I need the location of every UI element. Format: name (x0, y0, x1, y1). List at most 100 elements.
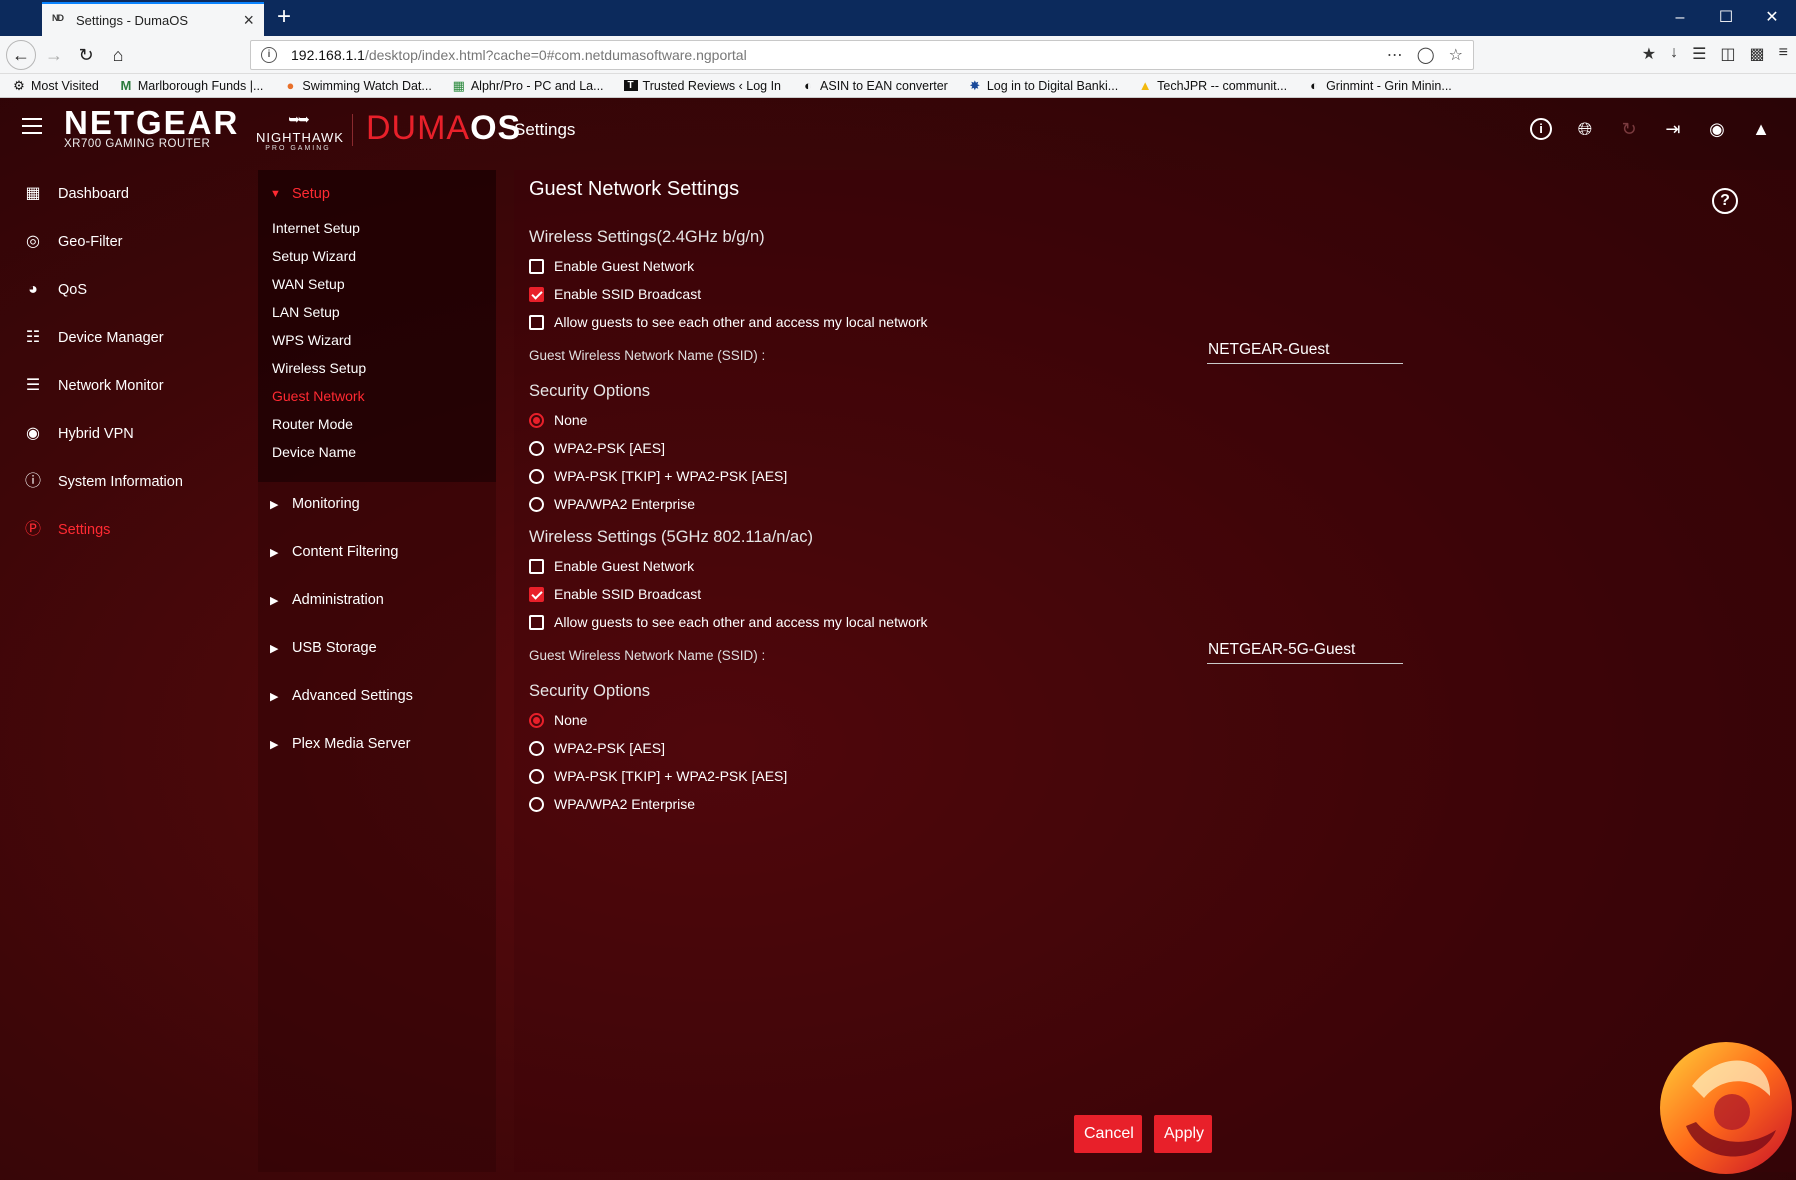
radio-selected[interactable] (529, 412, 544, 428)
checkbox-enable-guest-5[interactable]: Enable Guest Network (529, 556, 694, 576)
submenu-advanced-settings[interactable]: ▶ Advanced Settings (270, 686, 413, 706)
checkbox-allow-guests-24[interactable]: Allow guests to see each other and acces… (529, 312, 928, 332)
radio-none-5[interactable]: None (529, 710, 587, 730)
settings-submenu: ▼ Setup Internet Setup Setup Wizard WAN … (258, 170, 496, 1172)
checkbox-checked[interactable] (529, 586, 544, 602)
ssid-input-24[interactable] (1207, 336, 1403, 364)
submenu-monitoring[interactable]: ▶ Monitoring (270, 494, 360, 514)
nav-item-geo-filter[interactable]: ◎ Geo-Filter (22, 230, 122, 254)
submenu-item-guest-network[interactable]: Guest Network (272, 386, 365, 406)
hamburger-menu-icon[interactable] (22, 118, 42, 134)
tab-close-icon[interactable]: × (243, 11, 254, 29)
bookmark-item[interactable]: ⚙ Most Visited (12, 78, 99, 94)
bookmark-star-icon[interactable]: ☆ (1449, 45, 1463, 65)
checkbox[interactable] (529, 258, 544, 274)
cancel-button[interactable]: Cancel (1074, 1115, 1142, 1153)
downloads-icon[interactable]: ↓ (1670, 44, 1678, 64)
nav-item-device-manager[interactable]: ☷ Device Manager (22, 326, 164, 350)
ssid-input-5[interactable] (1207, 636, 1403, 664)
submenu-plex-media-server[interactable]: ▶ Plex Media Server (270, 734, 410, 754)
maximize-icon[interactable]: ☐ (1700, 0, 1752, 36)
checkbox[interactable] (529, 614, 544, 630)
url-bar[interactable]: i 192.168.1.1 /desktop/index.html?cache=… (250, 40, 1474, 70)
checkbox[interactable] (529, 314, 544, 330)
submenu-item-internet-setup[interactable]: Internet Setup (272, 218, 360, 238)
site-info-icon[interactable]: i (261, 47, 277, 63)
minimize-icon[interactable]: – (1654, 0, 1706, 36)
notification-bell-icon[interactable]: ▲ (1750, 118, 1772, 140)
radio[interactable] (529, 768, 544, 784)
back-button[interactable]: ← (6, 40, 36, 70)
radio-none-24[interactable]: None (529, 410, 587, 430)
page-actions-icon[interactable]: ⋯ (1387, 45, 1403, 65)
bookmark-item[interactable]: M Marlborough Funds |... (119, 78, 263, 93)
browser-tab[interactable]: ND Settings - DumaOS × (42, 2, 264, 36)
submenu-administration[interactable]: ▶ Administration (270, 590, 384, 610)
radio-wpa-wpa2-psk-5[interactable]: WPA-PSK [TKIP] + WPA2-PSK [AES] (529, 766, 787, 786)
radio-wpa-wpa2-psk-24[interactable]: WPA-PSK [TKIP] + WPA2-PSK [AES] (529, 466, 787, 486)
radio-selected[interactable] (529, 712, 544, 728)
radio[interactable] (529, 496, 544, 512)
bookmark-item[interactable]: ▲ TechJPR -- communit... (1138, 78, 1287, 93)
reload-button[interactable]: ↻ (72, 41, 100, 69)
radio-enterprise-5[interactable]: WPA/WPA2 Enterprise (529, 794, 695, 814)
apply-button[interactable]: Apply (1154, 1115, 1212, 1153)
radio[interactable] (529, 440, 544, 456)
bookmark-item[interactable]: ◐ ASIN to EAN converter (801, 78, 948, 93)
submenu-item-lan-setup[interactable]: LAN Setup (272, 302, 340, 322)
home-button[interactable]: ⌂ (104, 41, 132, 69)
submenu-item-device-name[interactable]: Device Name (272, 442, 356, 462)
bookmark-item[interactable]: T Trusted Reviews ‹ Log In (623, 79, 781, 93)
bookmark-item[interactable]: ◐ Grinmint - Grin Minin... (1307, 78, 1452, 93)
caret-right-icon: ▶ (270, 642, 279, 655)
bookmark-item[interactable]: ✸ Log in to Digital Banki... (968, 78, 1118, 94)
radio[interactable] (529, 796, 544, 812)
library-icon[interactable]: ☰ (1692, 44, 1706, 64)
url-host: 192.168.1.1 (291, 47, 365, 63)
checkbox-enable-guest-24[interactable]: Enable Guest Network (529, 256, 694, 276)
caret-down-icon: ▼ (270, 188, 281, 200)
hybrid-vpn-icon: ◉ (26, 425, 40, 442)
new-tab-button[interactable]: + (270, 4, 298, 32)
checkbox-allow-guests-5[interactable]: Allow guests to see each other and acces… (529, 612, 928, 632)
submenu-item-wireless-setup[interactable]: Wireless Setup (272, 358, 366, 378)
submenu-usb-storage[interactable]: ▶ USB Storage (270, 638, 377, 658)
radio-wpa2-psk-5[interactable]: WPA2-PSK [AES] (529, 738, 665, 758)
globe-icon: ◐ (804, 78, 812, 93)
checkbox-checked[interactable] (529, 286, 544, 302)
radio[interactable] (529, 468, 544, 484)
submenu-item-wps-wizard[interactable]: WPS Wizard (272, 330, 351, 350)
info-icon[interactable]: i (1530, 118, 1552, 140)
logout-icon[interactable]: ⇥ (1662, 118, 1684, 140)
bookmark-item[interactable]: ● Swimming Watch Dat... (283, 78, 431, 93)
radio-enterprise-24[interactable]: WPA/WPA2 Enterprise (529, 494, 695, 514)
checkbox-enable-ssid-5[interactable]: Enable SSID Broadcast (529, 584, 701, 604)
nav-item-dashboard[interactable]: ▦ Dashboard (22, 182, 129, 206)
submenu-setup-header[interactable]: ▼ Setup (270, 184, 330, 204)
radio[interactable] (529, 740, 544, 756)
globe-language-icon[interactable]: 🌐︎ (1574, 118, 1596, 140)
pocket-icon[interactable]: ◯ (1417, 45, 1435, 65)
nav-item-hybrid-vpn[interactable]: ◉ Hybrid VPN (22, 422, 134, 446)
help-icon[interactable]: ? (1712, 188, 1738, 214)
bookmarks-star-icon[interactable]: ★ (1642, 44, 1656, 64)
nav-item-qos[interactable]: ◕ QoS (22, 278, 87, 302)
submenu-item-router-mode[interactable]: Router Mode (272, 414, 353, 434)
radio-wpa2-psk-24[interactable]: WPA2-PSK [AES] (529, 438, 665, 458)
sidebar-icon[interactable]: ◫ (1720, 44, 1735, 64)
checkbox[interactable] (529, 558, 544, 574)
nav-item-system-information[interactable]: ⓘ System Information (22, 470, 183, 494)
submenu-item-setup-wizard[interactable]: Setup Wizard (272, 246, 356, 266)
forward-button[interactable]: → (40, 41, 68, 69)
menu-icon[interactable]: ≡ (1779, 44, 1788, 64)
bookmark-item[interactable]: ▦ Alphr/Pro - PC and La... (452, 78, 604, 94)
refresh-icon[interactable]: ↻ (1618, 118, 1640, 140)
palette-icon[interactable]: ◉ (1706, 118, 1728, 140)
nav-item-network-monitor[interactable]: ☰ Network Monitor (22, 374, 164, 398)
extension-icon[interactable]: ▩ (1750, 44, 1765, 64)
submenu-content-filtering[interactable]: ▶ Content Filtering (270, 542, 398, 562)
nav-item-settings[interactable]: Ⓟ Settings (22, 518, 110, 542)
checkbox-enable-ssid-24[interactable]: Enable SSID Broadcast (529, 284, 701, 304)
submenu-item-wan-setup[interactable]: WAN Setup (272, 274, 345, 294)
close-window-icon[interactable]: ✕ (1746, 0, 1796, 36)
